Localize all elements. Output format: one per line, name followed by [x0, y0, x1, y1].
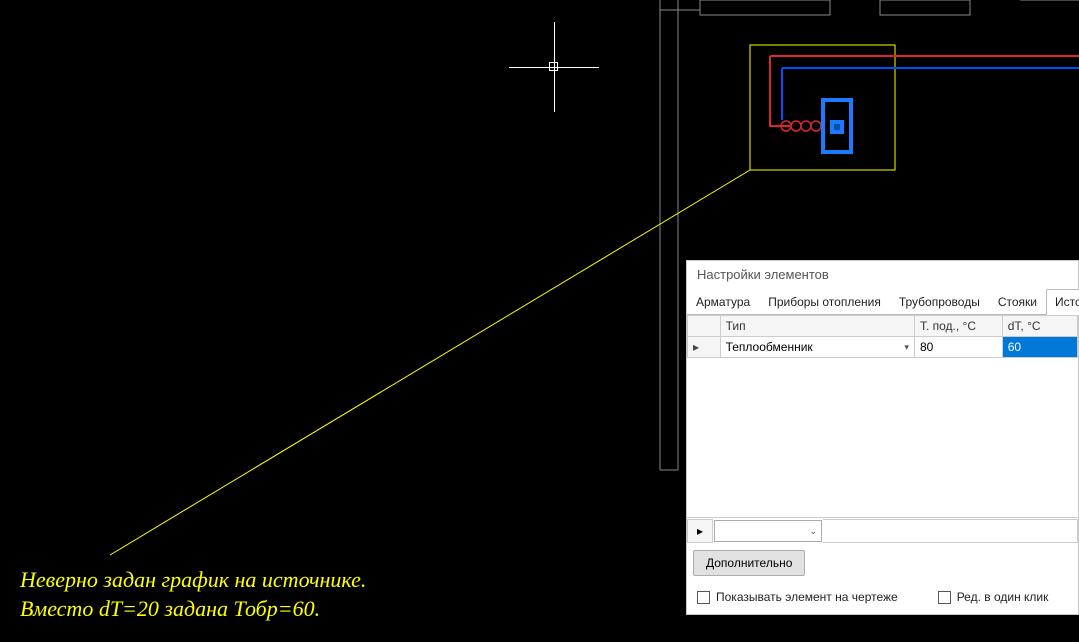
additional-button[interactable]: Дополнительно [693, 550, 805, 576]
checkbox-icon [697, 591, 710, 604]
cell-type-value: Теплообменник [726, 340, 813, 354]
edit-one-click-label: Ред. в один клик [957, 590, 1049, 604]
show-on-drawing-checkbox[interactable]: Показывать элемент на чертеже [697, 590, 898, 604]
settings-panel: Настройки элементов Арматура Приборы ото… [686, 260, 1079, 615]
button-row: Дополнительно [687, 544, 1078, 582]
tab-istochniki[interactable]: Источники [1046, 289, 1079, 315]
row-indicator: ▸ [688, 337, 721, 358]
table-row[interactable]: ▸ Теплообменник ▾ 80 60 [688, 337, 1078, 358]
col-t-pod[interactable]: Т. под., °C [914, 316, 1002, 337]
tab-pribory[interactable]: Приборы отопления [759, 289, 890, 315]
row-pointer-icon: ▸ [693, 340, 699, 354]
new-row-type-combo[interactable]: ⌄ [714, 520, 822, 542]
edit-one-click-checkbox[interactable]: Ред. в один клик [938, 590, 1049, 604]
annotation-line-2: Вместо dT=20 задана Тобр=60. [20, 596, 320, 621]
col-rowhead [688, 316, 721, 337]
new-row-rest[interactable] [823, 519, 1078, 543]
grid-empty-area[interactable] [687, 358, 1078, 517]
cell-t-pod[interactable]: 80 [914, 337, 1002, 358]
col-dt[interactable]: dT, °C [1002, 316, 1077, 337]
annotation-text: Неверно задан график на источнике. Вмест… [20, 565, 366, 624]
sources-table: Тип Т. под., °C dT, °C ▸ Теплообменник ▾… [687, 315, 1078, 358]
tab-truboprovody[interactable]: Трубопроводы [890, 289, 989, 315]
chevron-down-icon[interactable]: ⌄ [805, 526, 821, 537]
tabs: Арматура Приборы отопления Трубопроводы … [687, 288, 1078, 315]
grid-area: Тип Т. под., °C dT, °C ▸ Теплообменник ▾… [687, 315, 1078, 614]
cell-type[interactable]: Теплообменник ▾ [720, 337, 914, 358]
cell-dt[interactable]: 60 [1002, 337, 1077, 358]
tab-armatura[interactable]: Арматура [687, 289, 759, 315]
show-on-drawing-label: Показывать элемент на чертеже [716, 590, 898, 604]
new-row-indicator: ▸ [687, 519, 713, 543]
annotation-line-1: Неверно задан график на источнике. [20, 567, 366, 592]
tab-stoyaki[interactable]: Стояки [989, 289, 1046, 315]
checkbox-icon [938, 591, 951, 604]
chevron-down-icon[interactable]: ▾ [900, 342, 909, 353]
panel-title: Настройки элементов [687, 261, 1078, 288]
col-type[interactable]: Тип [720, 316, 914, 337]
new-row[interactable]: ▸ ⌄ [687, 517, 1078, 544]
check-row: Показывать элемент на чертеже Ред. в оди… [687, 582, 1078, 614]
